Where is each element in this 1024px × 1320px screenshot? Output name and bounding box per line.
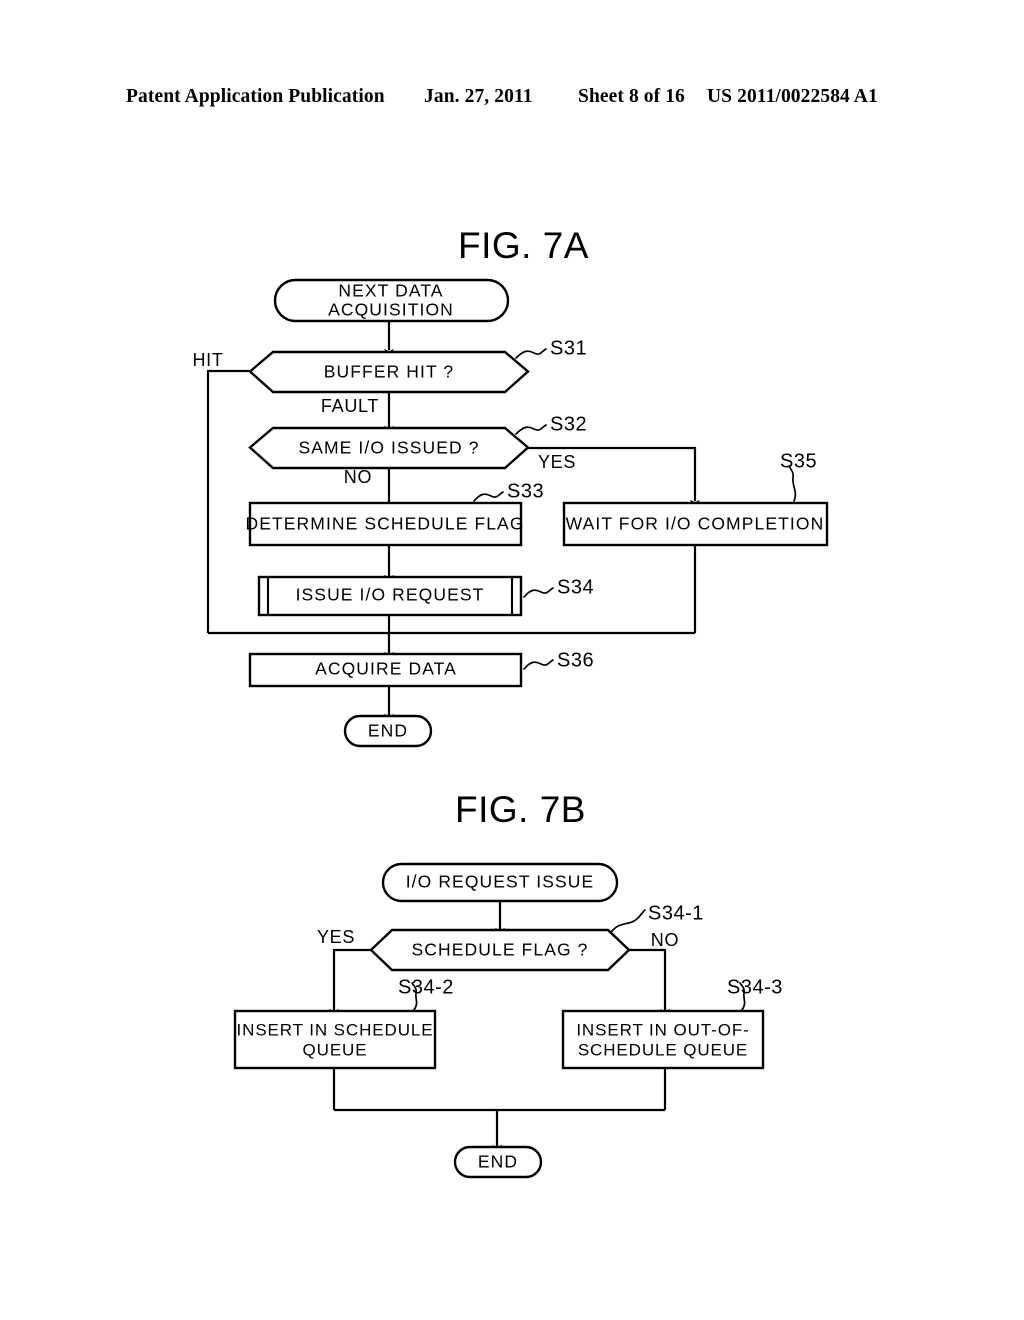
node-insert-in-schedule-queue-label-line2: QUEUE bbox=[303, 1040, 368, 1059]
node-insert-in-schedule-queue-label-line1: INSERT IN SCHEDULE bbox=[237, 1020, 434, 1039]
connector-no-to-insert-out-of-schedule bbox=[629, 948, 670, 1018]
leader-s34-1 bbox=[611, 909, 646, 932]
node-insert-in-out-of-schedule-queue-label-line2: SCHEDULE QUEUE bbox=[578, 1040, 748, 1059]
ref-label-s34-2: S34-2 bbox=[398, 976, 454, 998]
node-end-7b-label: END bbox=[478, 1152, 518, 1172]
edge-label-yes-7b: YES bbox=[317, 927, 355, 947]
ref-label-s34-1: S34-1 bbox=[648, 902, 704, 924]
node-schedule-flag-label: SCHEDULE FLAG ? bbox=[412, 940, 589, 960]
ref-label-s34-3: S34-3 bbox=[727, 976, 783, 998]
node-io-request-issue-label: I/O REQUEST ISSUE bbox=[406, 872, 595, 892]
edge-label-no-7b: NO bbox=[651, 930, 679, 950]
figure-7b-flowchart: I/O REQUEST ISSUE SCHEDULE FLAG ? INSERT… bbox=[233, 862, 783, 1179]
connector-yes-to-insert-schedule bbox=[329, 948, 371, 1018]
node-insert-in-out-of-schedule-queue-label-line1: INSERT IN OUT-OF- bbox=[576, 1020, 749, 1039]
patent-page: Patent Application Publication Jan. 27, … bbox=[0, 0, 1024, 1320]
